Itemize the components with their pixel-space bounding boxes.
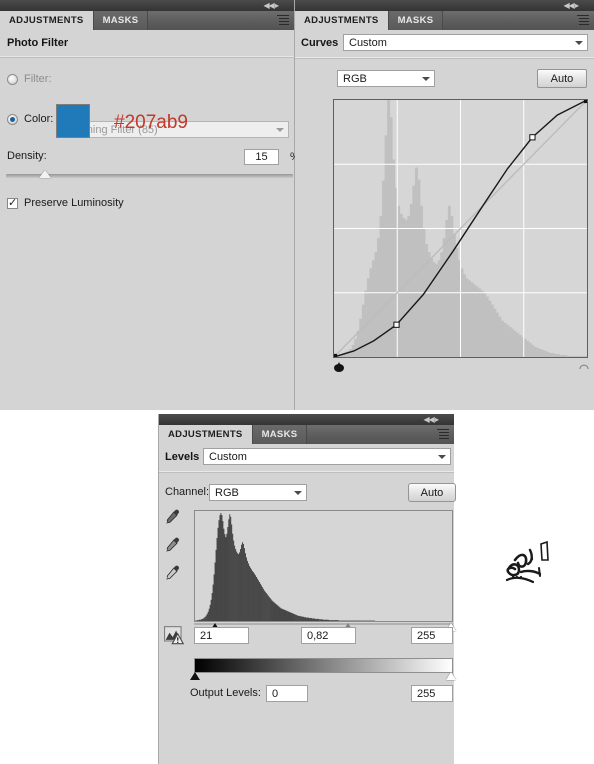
chevron-down-icon — [276, 127, 284, 132]
tab-masks[interactable]: MASKS — [93, 11, 149, 30]
tab-adjustments[interactable]: ADJUSTMENTS — [0, 11, 94, 30]
levels-titlebar[interactable]: ◀◀ ▸ — [159, 414, 454, 425]
tab-masks-label: MASKS — [261, 429, 298, 440]
density-row: Density: — [7, 150, 47, 162]
levels-output-label: Output Levels: — [190, 687, 261, 699]
levels-input-highlight-field[interactable]: 255 — [411, 627, 453, 644]
photo-filter-titlebar[interactable]: ◀◀ ▸ — [0, 0, 294, 11]
curves-divider — [295, 57, 594, 59]
levels-input-highlight-value: 255 — [417, 629, 436, 642]
levels-output-white-value: 255 — [417, 687, 436, 700]
chevron-down-icon — [575, 40, 583, 45]
persian-calligraphy-watermark — [495, 538, 561, 594]
levels-title: Levels — [165, 451, 200, 463]
curves-tabstrip: ADJUSTMENTS MASKS — [295, 11, 594, 30]
preserve-luminosity-label: Preserve Luminosity — [24, 197, 124, 209]
levels-output-white-field[interactable]: 255 — [411, 685, 453, 702]
density-label: Density: — [7, 150, 47, 162]
panel-menu-icon[interactable] — [577, 15, 589, 26]
curves-auto-label: Auto — [550, 72, 574, 85]
tab-masks-label: MASKS — [102, 15, 139, 26]
levels-output-black-thumb[interactable] — [190, 672, 200, 680]
curves-input-black-marker[interactable] — [333, 362, 345, 375]
collapse-panel-icon[interactable]: ◀◀ ▸ — [563, 1, 579, 10]
tabstrip-filler — [443, 11, 594, 30]
panel-menu-icon[interactable] — [437, 429, 449, 440]
photo-filter-tabstrip: ADJUSTMENTS MASKS — [0, 11, 294, 30]
levels-preset-value: Custom — [209, 450, 247, 463]
tab-adjustments[interactable]: ADJUSTMENTS — [295, 11, 389, 30]
levels-divider — [159, 471, 454, 473]
chevron-down-icon — [422, 76, 430, 81]
preserve-luminosity-checkbox[interactable] — [7, 196, 18, 210]
levels-output-white-thumb[interactable] — [446, 672, 456, 680]
background-left — [0, 410, 158, 764]
levels-channel-value: RGB — [215, 486, 239, 499]
tabstrip-filler — [307, 425, 454, 444]
curves-panel: ◀◀ ▸ ADJUSTMENTS MASKS Curves Custom RGB… — [295, 0, 594, 410]
preserve-luminosity-row[interactable]: Preserve Luminosity — [7, 196, 124, 210]
curves-auto-button[interactable]: Auto — [537, 69, 587, 88]
collapse-panel-icon[interactable]: ◀◀ ▸ — [263, 1, 279, 10]
curves-channel-select[interactable]: RGB — [337, 70, 435, 87]
tab-adjustments-label: ADJUSTMENTS — [9, 15, 84, 26]
chevron-down-icon — [438, 454, 446, 459]
levels-white-eyedropper-icon[interactable] — [163, 564, 181, 585]
levels-auto-button[interactable]: Auto — [408, 483, 456, 502]
levels-auto-label: Auto — [420, 486, 444, 499]
density-input[interactable]: 15 — [244, 149, 279, 165]
levels-panel: ◀◀ ▸ ADJUSTMENTS MASKS Levels Custom Cha… — [158, 414, 456, 764]
panel-menu-icon[interactable] — [277, 15, 289, 26]
levels-channel-select[interactable]: RGB — [209, 484, 307, 501]
color-label: Color: — [24, 113, 54, 125]
curves-preset-select[interactable]: Custom — [343, 34, 588, 51]
levels-output-black-field[interactable]: 0 — [266, 685, 308, 702]
density-slider-thumb[interactable] — [39, 170, 51, 178]
levels-input-shadow-value: 21 — [200, 629, 213, 642]
levels-channel-label: Channel: — [165, 486, 210, 498]
filter-radio[interactable] — [7, 73, 18, 85]
photo-filter-title: Photo Filter — [7, 37, 69, 49]
curves-title: Curves — [301, 37, 339, 49]
curves-channel-value: RGB — [343, 72, 367, 85]
filter-label: Filter: — [24, 73, 52, 85]
density-value: 15 — [255, 151, 268, 163]
levels-output-gradient[interactable] — [194, 658, 453, 673]
filter-row: Filter: — [7, 73, 289, 85]
curves-preset-value: Custom — [349, 36, 387, 49]
levels-black-eyedropper-icon[interactable] — [163, 508, 181, 529]
levels-input-slider-track[interactable] — [194, 623, 453, 625]
collapse-panel-icon[interactable]: ◀◀ ▸ — [423, 415, 439, 424]
levels-gray-eyedropper-icon[interactable] — [163, 536, 181, 557]
color-radio[interactable] — [7, 113, 18, 125]
curves-titlebar[interactable]: ◀◀ ▸ — [295, 0, 594, 11]
tab-masks-label: MASKS — [397, 15, 434, 26]
color-row: Color: — [7, 113, 53, 125]
levels-output-black-value: 0 — [272, 687, 279, 700]
levels-input-midtone-field[interactable]: 0,82 — [301, 627, 356, 644]
hex-annotation: #207ab9 — [114, 112, 188, 133]
levels-input-shadow-field[interactable]: 21 — [194, 627, 249, 644]
levels-tabstrip: ADJUSTMENTS MASKS — [159, 425, 454, 444]
levels-input-midtone-value: 0,82 — [307, 629, 329, 642]
curves-graph[interactable] — [333, 99, 588, 358]
chevron-down-icon — [294, 490, 302, 495]
tab-masks[interactable]: MASKS — [388, 11, 444, 30]
photo-filter-divider — [0, 56, 294, 58]
curves-input-white-marker[interactable] — [578, 360, 590, 373]
tab-adjustments-label: ADJUSTMENTS — [304, 15, 379, 26]
tab-masks[interactable]: MASKS — [252, 425, 308, 444]
levels-histogram[interactable] — [194, 510, 453, 622]
color-swatch[interactable] — [56, 104, 90, 138]
photo-filter-panel: ◀◀ ▸ ADJUSTMENTS MASKS Photo Filter Filt… — [0, 0, 300, 410]
tab-adjustments[interactable]: ADJUSTMENTS — [159, 425, 253, 444]
levels-preset-select[interactable]: Custom — [203, 448, 451, 465]
levels-clipping-warning-icon[interactable] — [164, 626, 186, 649]
tabstrip-filler — [148, 11, 294, 30]
tab-adjustments-label: ADJUSTMENTS — [168, 429, 243, 440]
